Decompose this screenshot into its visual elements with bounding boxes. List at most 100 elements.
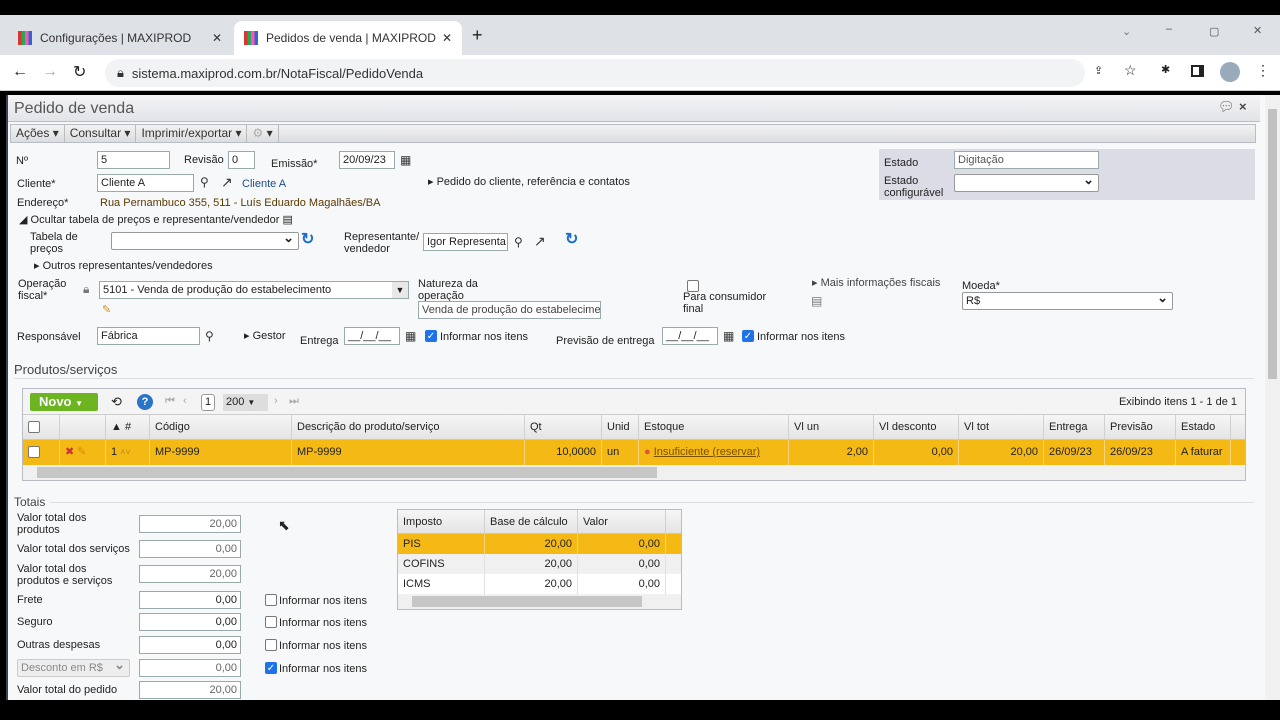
page-input[interactable]: 1 [201, 394, 215, 411]
share-icon[interactable]: ⇪ [1094, 64, 1103, 77]
previsao-informar-checkbox[interactable]: ✓ [742, 330, 754, 342]
pencil-icon[interactable]: ✎ [102, 303, 111, 316]
chat-icon[interactable]: 💬︎ [1218, 99, 1235, 115]
imprimir-menu[interactable]: Imprimir/exportar ▾ [136, 125, 248, 142]
outros-representantes-toggle[interactable]: ▸ Outros representantes/vendedores [34, 260, 213, 272]
search-icon[interactable]: ⚲ [205, 329, 214, 343]
maximize-button[interactable]: ▢ [1209, 25, 1219, 38]
note-icon[interactable]: ▤ [811, 294, 822, 308]
calendar-icon[interactable]: ▦ [723, 329, 734, 343]
url-input[interactable]: 🔒︎ sistema.maxiprod.com.br/NotaFiscal/Ped… [105, 59, 1085, 87]
col-base[interactable]: Base de cálculo [485, 510, 578, 533]
profile-avatar[interactable] [1220, 62, 1240, 82]
col-unid[interactable]: Unid [602, 415, 639, 439]
seguro-informar-checkbox[interactable] [265, 616, 277, 628]
col-valor[interactable]: Valor [578, 510, 666, 533]
col-vl-un[interactable]: Vl un [789, 415, 874, 439]
grid-horizontal-scrollbar[interactable] [23, 465, 1245, 480]
table-row[interactable]: ✖ ✎ 1 ˄˅ MP-9999 MP-9999 10,0000 un ● In… [23, 440, 1245, 465]
col-descricao[interactable]: Descrição do produto/serviço [292, 415, 525, 439]
moeda-select[interactable]: R$ [962, 290, 1173, 310]
operacao-fiscal-select[interactable]: 5101 - Venda de produção do estabelecime… [99, 281, 409, 299]
desconto-informar-checkbox[interactable]: ✓ [265, 662, 277, 674]
browser-tab-configuracoes[interactable]: Configurações | MAXIPROD ✕ [8, 21, 232, 55]
col-vl-tot[interactable]: Vl tot [959, 415, 1044, 439]
gestor-toggle[interactable]: ▸ Gestor [244, 330, 286, 342]
external-link-icon[interactable]: ↗ [534, 233, 546, 250]
calendar-icon[interactable]: ▦ [405, 329, 416, 343]
last-page-icon[interactable]: ⏭ [289, 395, 299, 408]
table-row[interactable]: ICMS 20,00 0,00 [398, 574, 681, 594]
reorder-icon[interactable]: ˄˅ [120, 447, 131, 457]
gear-menu[interactable]: ⚙ ▾ [247, 125, 279, 142]
forward-icon[interactable]: → [42, 63, 58, 81]
tab-search-icon[interactable]: ⌄ [1122, 25, 1131, 38]
impostos-horizontal-scrollbar[interactable] [398, 594, 681, 609]
lock-icon[interactable]: 🔒︎ [83, 282, 89, 297]
ocultar-toggle[interactable]: ◢ Ocultar tabela de preços e representan… [19, 214, 293, 226]
close-tab-icon[interactable]: ✕ [212, 31, 222, 45]
scroll-thumb[interactable] [412, 596, 642, 607]
row-checkbox[interactable] [28, 446, 40, 458]
edit-icon[interactable]: ✎ [77, 446, 86, 458]
col-vl-desconto[interactable]: Vl desconto [874, 415, 959, 439]
col-previsao[interactable]: Previsão [1105, 415, 1176, 439]
page-size-select[interactable]: 200 ▼ [223, 394, 268, 411]
col-estado[interactable]: Estado [1176, 415, 1231, 439]
col-qt[interactable]: Qt [525, 415, 602, 439]
prev-page-icon[interactable]: ‹ [183, 395, 187, 407]
table-row[interactable]: PIS 20,00 0,00 [398, 534, 681, 554]
scroll-thumb[interactable] [37, 467, 657, 478]
mais-info-toggle[interactable]: ▸ Mais informações fiscais [812, 277, 940, 289]
next-page-icon[interactable]: › [274, 395, 278, 407]
outras-informar-checkbox[interactable] [265, 639, 277, 651]
menu-icon[interactable]: ⋮ [1256, 62, 1270, 79]
responsavel-input[interactable]: Fábrica [97, 327, 200, 345]
consultar-menu[interactable]: Consultar ▾ [65, 125, 137, 142]
close-tab-icon[interactable]: ✕ [442, 31, 452, 45]
estado-config-select[interactable] [954, 172, 1099, 192]
refresh-icon[interactable]: ↻ [565, 229, 578, 249]
minimize-button[interactable]: – [1166, 23, 1172, 35]
acoes-menu[interactable]: Ações ▾ [11, 125, 65, 142]
outras-despesas-input[interactable]: 0,00 [139, 636, 241, 654]
col-imposto[interactable]: Imposto [398, 510, 485, 533]
calendar-icon[interactable]: ▦ [400, 153, 411, 167]
table-row[interactable]: COFINS 20,00 0,00 [398, 554, 681, 574]
help-icon[interactable]: ? [137, 394, 153, 410]
page-scrollbar[interactable] [1265, 95, 1280, 700]
sidepanel-icon[interactable] [1191, 65, 1204, 77]
col-codigo[interactable]: Código [150, 415, 292, 439]
external-link-icon[interactable]: ↗ [221, 174, 233, 191]
frete-informar-checkbox[interactable] [265, 594, 277, 606]
close-window-button[interactable]: ✕ [1253, 24, 1262, 37]
dropdown-arrow-icon[interactable]: ▼ [392, 282, 408, 298]
refresh-icon[interactable]: ↻ [301, 229, 314, 249]
estado-input[interactable]: Digitação [954, 151, 1099, 169]
back-icon[interactable]: ← [12, 63, 28, 81]
representante-input[interactable]: Igor Representa [423, 233, 508, 251]
natureza-input[interactable]: Venda de produção do estabelecimento [418, 301, 601, 319]
close-icon[interactable]: × [1239, 99, 1247, 114]
cliente-link[interactable]: Cliente A [242, 178, 286, 190]
extensions-icon[interactable]: ✱ [1161, 63, 1170, 76]
desconto-tipo-select[interactable]: Desconto em R$ [17, 657, 130, 677]
numero-input[interactable]: 5 [97, 151, 170, 169]
bookmark-star-icon[interactable]: ☆ [1124, 62, 1137, 79]
revisao-input[interactable]: 0 [228, 151, 255, 169]
entrega-informar-checkbox[interactable]: ✓ [425, 330, 437, 342]
emissao-input[interactable]: 20/09/23 [339, 151, 395, 169]
delete-icon[interactable]: ✖ [65, 446, 74, 458]
search-icon[interactable]: ⚲ [200, 175, 209, 189]
tabela-precos-select[interactable] [111, 230, 299, 250]
browser-tab-pedidos[interactable]: Pedidos de venda | MAXIPROD ✕ [234, 21, 462, 55]
col-num[interactable]: ▲ # [106, 415, 150, 439]
entrega-input[interactable]: __/__/__ [344, 327, 400, 345]
cliente-input[interactable]: Cliente A [97, 174, 194, 192]
col-estoque[interactable]: Estoque [639, 415, 789, 439]
pedido-cliente-toggle[interactable]: ▸ Pedido do cliente, referência e contat… [428, 176, 630, 188]
col-entrega[interactable]: Entrega [1044, 415, 1105, 439]
first-page-icon[interactable]: ⏮ [165, 395, 175, 408]
select-all-checkbox[interactable] [28, 421, 40, 433]
reload-icon[interactable]: ↻ [73, 62, 86, 82]
